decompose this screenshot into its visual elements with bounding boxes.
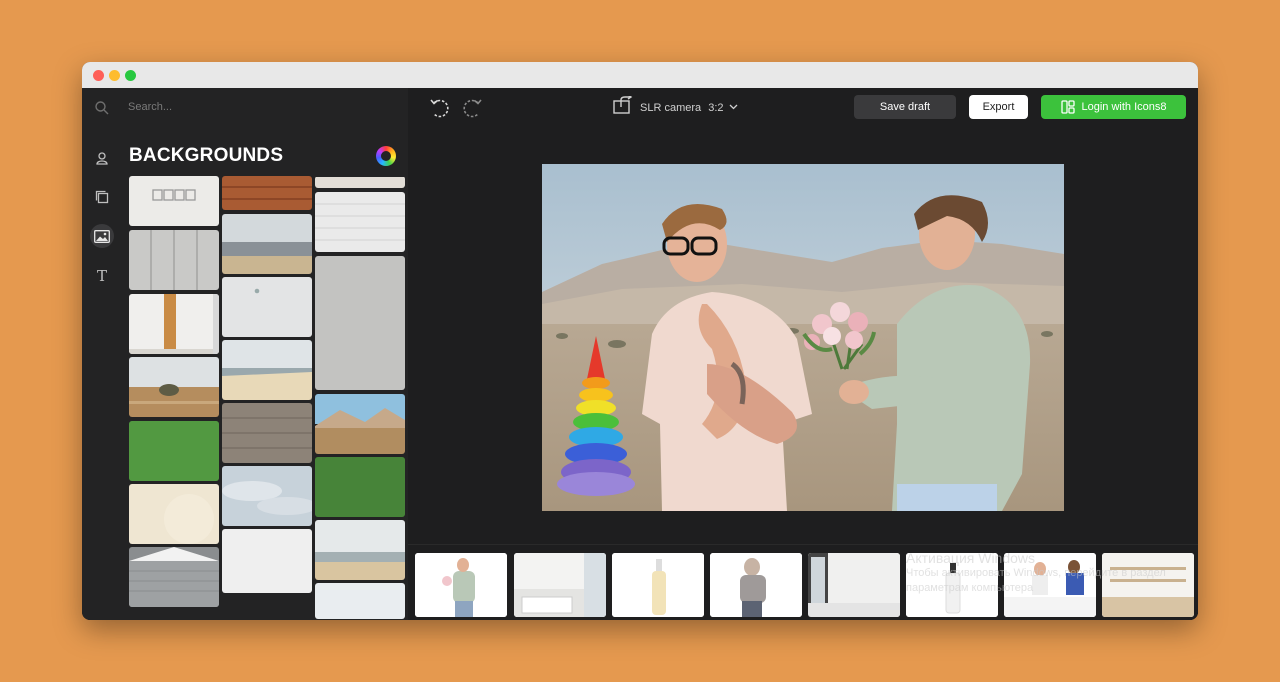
strip-item-white-kitchen[interactable] <box>514 553 606 617</box>
bg-thumb-white-wall[interactable] <box>315 583 405 619</box>
format-name: SLR camera <box>640 102 702 114</box>
bg-thumb-plain-white[interactable] <box>222 529 312 593</box>
layers-icon[interactable] <box>90 185 114 209</box>
minimize-window-button[interactable] <box>109 70 120 81</box>
save-draft-button[interactable]: Save draft <box>854 95 956 119</box>
editor-canvas[interactable] <box>542 164 1064 511</box>
bg-thumb-green-grass[interactable] <box>129 421 219 481</box>
watermark-line-2: Чтобы активировать Windows, перейдите в … <box>906 567 1166 579</box>
bg-thumb-beach-shoreline[interactable] <box>222 340 312 400</box>
main-area: SLR camera 3:2 Save draft Export Login w… <box>408 88 1198 620</box>
text-icon[interactable]: T <box>90 264 114 288</box>
text-tool-glyph: T <box>96 267 107 285</box>
bg-thumb-garage-door[interactable] <box>129 547 219 607</box>
image-icon[interactable] <box>90 224 114 248</box>
bg-thumb-beach-waves[interactable] <box>315 520 405 580</box>
close-window-button[interactable] <box>93 70 104 81</box>
bg-thumb-panel-wall[interactable] <box>129 230 219 290</box>
bg-thumb-desert-bush[interactable] <box>129 357 219 417</box>
bg-thumb-cloudy-sky[interactable] <box>222 466 312 526</box>
bg-thumb-grey-concrete[interactable] <box>315 256 405 390</box>
chevron-down-icon <box>729 101 738 113</box>
maximize-window-button[interactable] <box>125 70 136 81</box>
login-label: Login with Icons8 <box>1081 101 1167 113</box>
watermark-line-3: параметрам компьютера <box>906 582 1034 594</box>
title-bar <box>82 62 1198 88</box>
icons8-logo-icon <box>1060 100 1075 114</box>
bg-thumb-beach-seascape[interactable] <box>222 214 312 274</box>
bg-thumb-brick-wall[interactable] <box>222 176 312 210</box>
strip-item-cream-bottle[interactable] <box>612 553 704 617</box>
strip-item-man-bouquet[interactable] <box>415 553 507 617</box>
panel-title: BACKGROUNDS <box>129 145 284 166</box>
bg-thumb-white-wall-frames[interactable] <box>129 176 219 226</box>
windows-activation-watermark: Активация Windows Чтобы активировать Win… <box>906 551 1166 596</box>
strip-item-woman-coffee[interactable] <box>710 553 802 617</box>
color-palette-icon[interactable] <box>376 146 396 166</box>
watermark-title: Активация Windows <box>906 550 1036 566</box>
bg-thumb-white-brick-wall[interactable] <box>315 192 405 252</box>
export-button[interactable]: Export <box>969 95 1028 119</box>
share-export-icon[interactable] <box>613 94 633 119</box>
canvas-scene <box>542 164 1064 511</box>
format-ratio: 3:2 <box>708 102 724 114</box>
undo-icon[interactable] <box>428 97 450 124</box>
bg-thumb-wooden-planks[interactable] <box>222 403 312 463</box>
person-icon[interactable] <box>90 146 114 170</box>
redo-icon[interactable] <box>462 97 484 124</box>
bg-thumb-wall-outlet[interactable] <box>222 277 312 337</box>
bg-thumb-white-brick-top[interactable] <box>315 176 405 188</box>
app-window: Search... T BACKGROUNDS SLR camera 3:2 S… <box>82 62 1198 620</box>
login-button[interactable]: Login with Icons8 <box>1041 95 1186 119</box>
sidebar: Search... T BACKGROUNDS <box>82 88 408 620</box>
bg-thumb-beige-plaster[interactable] <box>129 484 219 544</box>
format-selector[interactable]: SLR camera 3:2 <box>640 101 738 114</box>
suggestion-strip: Активация Windows Чтобы активировать Win… <box>408 544 1198 620</box>
strip-item-white-room[interactable] <box>808 553 900 617</box>
search-icon[interactable] <box>94 100 110 121</box>
bg-thumb-desert-mountains[interactable] <box>315 394 405 454</box>
bg-thumb-green-grass-top[interactable] <box>315 457 405 517</box>
search-input[interactable]: Search... <box>128 101 172 113</box>
bg-thumb-wall-door[interactable] <box>129 294 219 354</box>
